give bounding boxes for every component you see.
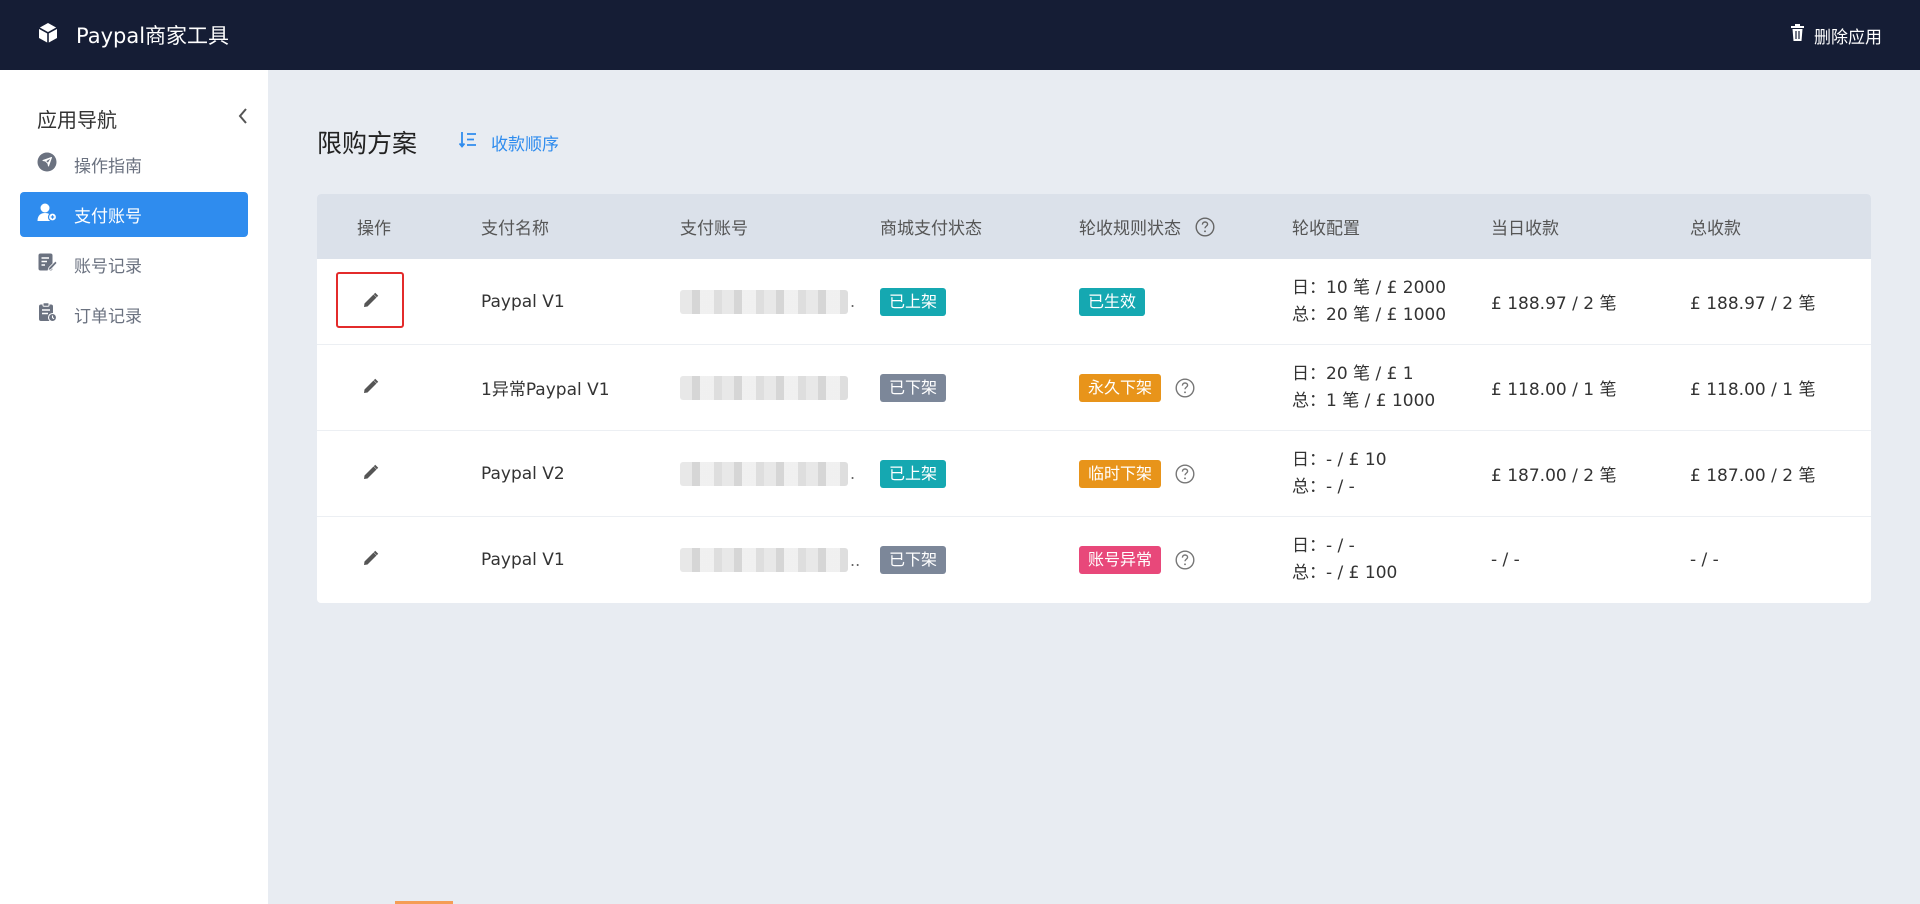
sidebar-header: 应用导航 <box>0 70 268 142</box>
header-mall-status: 商城支付状态 <box>880 219 982 239</box>
top-bar: Paypal商家工具 删除应用 <box>0 0 1920 70</box>
payment-account: . <box>680 289 880 314</box>
payment-name: Paypal V2 <box>481 463 565 484</box>
config-day: 日：- / - <box>1292 536 1355 556</box>
clipboard-icon <box>37 302 58 327</box>
table-row: 1异常Paypal V1 已下架 永久下架 日：20 笔 / £ 1 总：1 笔… <box>317 345 1871 431</box>
user-icon <box>37 202 58 227</box>
pencil-icon <box>363 292 378 307</box>
status-badge: 永久下架 <box>1079 373 1162 402</box>
status-badge: 已上架 <box>880 287 947 316</box>
brand: Paypal商家工具 <box>38 20 229 50</box>
config-day: 日：20 笔 / £ 1 <box>1292 363 1414 384</box>
chevron-left-icon <box>237 106 249 130</box>
pencil-icon <box>363 378 378 393</box>
payment-name: Paypal V1 <box>481 291 565 312</box>
today-income: £ 188.97 / 2 笔 <box>1491 294 1617 314</box>
payment-accounts-table: 操作 支付名称 支付账号 商城支付状态 轮收规则状态 轮收配置 当日收款 总收款… <box>317 194 1871 603</box>
header-actions: 操作 <box>357 219 391 239</box>
total-income: £ 188.97 / 2 笔 <box>1690 294 1816 314</box>
today-income: £ 118.00 / 1 笔 <box>1491 380 1617 400</box>
header-today-income: 当日收款 <box>1491 219 1559 239</box>
table-row: Paypal V1 . 已上架 已生效 日：10 笔 / £ 2000 总：20… <box>317 259 1871 345</box>
main-content: 限购方案 收款顺序 操作 支付名称 支付账号 商城支付状态 轮收规则状态 轮收配… <box>268 70 1920 904</box>
pencil-icon <box>363 464 378 479</box>
total-income: £ 118.00 / 1 笔 <box>1690 380 1816 400</box>
sidebar-item-account-records[interactable]: 账号记录 <box>20 242 248 287</box>
payment-account: . <box>680 461 880 486</box>
page-header: 限购方案 收款顺序 <box>317 124 559 160</box>
total-income: £ 187.00 / 2 笔 <box>1690 466 1816 486</box>
sort-list-icon <box>458 131 477 153</box>
collection-order-link[interactable]: 收款顺序 <box>458 130 560 155</box>
page-title: 限购方案 <box>317 129 418 158</box>
account-redacted <box>680 289 848 314</box>
status-badge: 已生效 <box>1079 287 1146 316</box>
sidebar-item-order-records[interactable]: 订单记录 <box>20 292 248 337</box>
edit-button[interactable] <box>336 444 404 500</box>
rotation-config: 日：- / £ 10 总：- / - <box>1292 447 1491 501</box>
app-title: Paypal商家工具 <box>76 24 230 48</box>
sidebar-item-payment-accounts[interactable]: 支付账号 <box>20 192 248 237</box>
pencil-icon <box>363 550 378 565</box>
sidebar-item-label: 支付账号 <box>74 207 142 227</box>
edit-button[interactable] <box>336 530 404 586</box>
navigation-icon <box>37 152 57 177</box>
config-day: 日：10 笔 / £ 2000 <box>1292 277 1447 298</box>
status-badge: 已上架 <box>880 459 947 488</box>
today-income: £ 187.00 / 2 笔 <box>1491 466 1617 486</box>
config-day: 日：- / £ 10 <box>1292 449 1387 470</box>
help-icon[interactable] <box>1175 550 1195 570</box>
header-rule-status-cell: 轮收规则状态 <box>1079 214 1292 239</box>
header-payment-account: 支付账号 <box>680 219 748 239</box>
help-icon[interactable] <box>1175 377 1195 398</box>
collapse-sidebar-button[interactable] <box>237 106 249 130</box>
config-total: 总：20 笔 / £ 1000 <box>1292 304 1447 325</box>
payment-account <box>680 375 880 400</box>
header-rule-status: 轮收规则状态 <box>1079 219 1181 239</box>
sidebar-title: 应用导航 <box>37 107 117 132</box>
account-redacted <box>680 375 848 400</box>
edit-button[interactable] <box>336 272 404 328</box>
sidebar: 应用导航 操作指南 支付账号 账号记录 订单记录 <box>0 70 268 904</box>
rotation-config: 日：10 笔 / £ 2000 总：20 笔 / £ 1000 <box>1292 275 1491 329</box>
sidebar-nav: 操作指南 支付账号 账号记录 订单记录 <box>0 142 268 337</box>
account-redacted <box>680 548 848 572</box>
delete-app-button[interactable]: 删除应用 <box>1790 23 1882 48</box>
status-badge: 临时下架 <box>1079 459 1162 488</box>
header-payment-name: 支付名称 <box>481 219 549 239</box>
table-header: 操作 支付名称 支付账号 商城支付状态 轮收规则状态 轮收配置 当日收款 总收款 <box>317 194 1871 259</box>
edit-document-icon <box>37 252 58 277</box>
edit-button[interactable] <box>336 358 404 414</box>
header-total-income: 总收款 <box>1690 219 1741 239</box>
table-row: Paypal V1 .. 已下架 账号异常 日：- / - 总：- / £ 10… <box>317 517 1871 603</box>
status-badge: 账号异常 <box>1079 546 1162 574</box>
rotation-config: 日：- / - 总：- / £ 100 <box>1292 533 1491 587</box>
total-income: - / - <box>1690 550 1719 570</box>
rotation-config: 日：20 笔 / £ 1 总：1 笔 / £ 1000 <box>1292 361 1491 415</box>
config-total: 总：- / - <box>1292 476 1355 497</box>
sidebar-item-guide[interactable]: 操作指南 <box>20 142 248 187</box>
trash-icon <box>1790 24 1805 46</box>
payment-account: .. <box>680 548 880 572</box>
table-row: Paypal V2 . 已上架 临时下架 日：- / £ 10 总：- / - … <box>317 431 1871 517</box>
status-badge: 已下架 <box>880 546 947 574</box>
payment-name: Paypal V1 <box>481 550 565 570</box>
sidebar-item-label: 操作指南 <box>74 157 142 177</box>
help-icon[interactable] <box>1175 463 1195 484</box>
payment-name: 1异常Paypal V1 <box>481 380 610 400</box>
status-badge: 已下架 <box>880 373 947 402</box>
delete-app-label: 删除应用 <box>1814 27 1882 48</box>
cube-icon <box>38 22 58 49</box>
sidebar-item-label: 订单记录 <box>74 307 142 327</box>
help-icon[interactable] <box>1195 216 1215 237</box>
config-total: 总：1 笔 / £ 1000 <box>1292 390 1436 411</box>
today-income: - / - <box>1491 550 1520 570</box>
config-total: 总：- / £ 100 <box>1292 563 1398 583</box>
sidebar-item-label: 账号记录 <box>74 257 142 277</box>
account-redacted <box>680 461 848 486</box>
collection-order-label: 收款顺序 <box>491 134 560 155</box>
header-rotation-config: 轮收配置 <box>1292 219 1360 239</box>
